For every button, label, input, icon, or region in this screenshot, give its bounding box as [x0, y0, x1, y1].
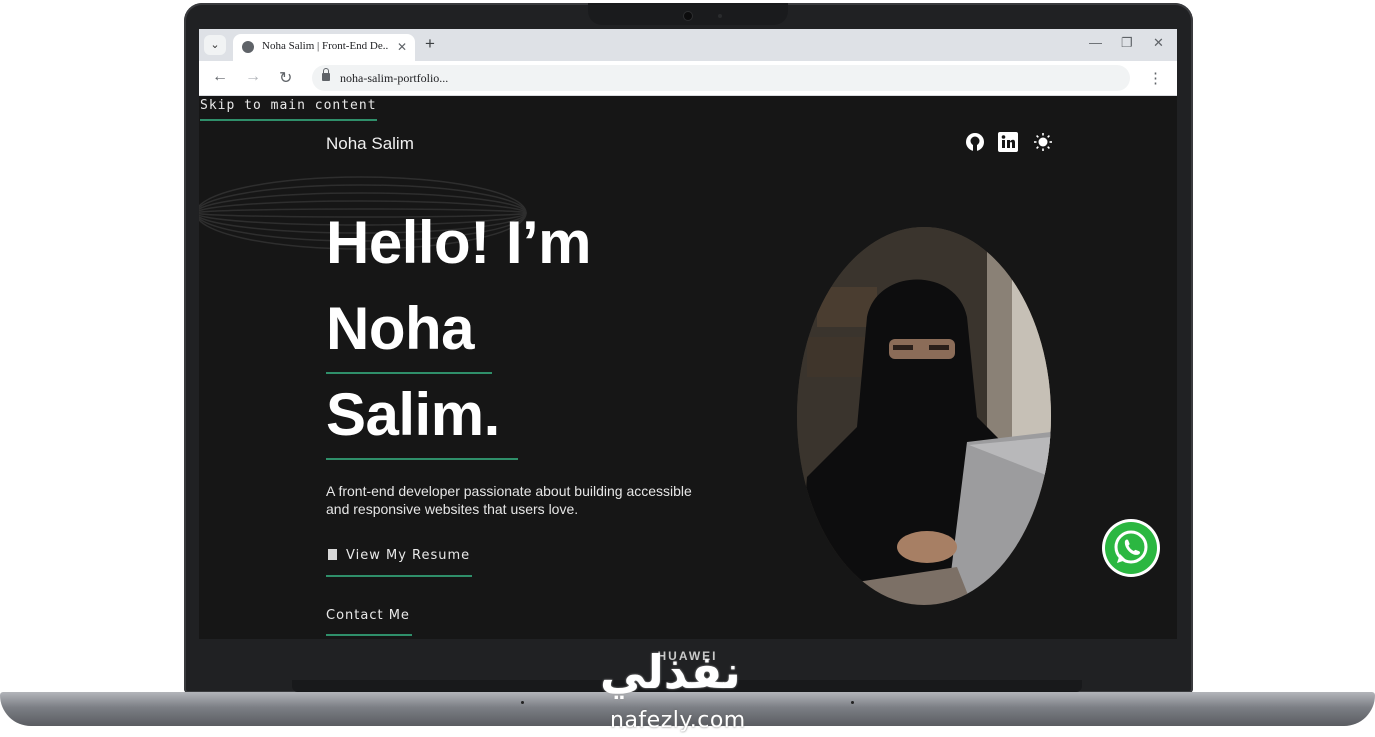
resume-label: View My Resume — [346, 548, 471, 563]
sun-icon[interactable] — [1033, 132, 1053, 152]
base-dot — [521, 701, 524, 704]
hero-bio: A front-end developer passionate about b… — [326, 483, 692, 517]
hero-greeting: Hello! I’m — [326, 209, 592, 276]
sensor-icon — [718, 14, 722, 18]
whatsapp-icon — [1114, 530, 1148, 564]
name-underline — [326, 372, 492, 374]
portfolio-page: Skip to main content Noha Salim Hello! I… — [199, 96, 1177, 639]
name-underline — [326, 458, 518, 460]
browser-toolbar: ← → ↻ noha-salim-portfolio... ⋮ — [199, 61, 1177, 96]
resume-underline — [326, 575, 472, 577]
minimize-button[interactable]: — — [1089, 35, 1102, 50]
laptop-screen: ⌄ Noha Salim | Front-End De... ✕ + — ❐ ✕… — [199, 29, 1177, 639]
browser-menu-button[interactable]: ⋮ — [1148, 69, 1163, 87]
site-logo[interactable]: Noha Salim — [326, 134, 414, 154]
back-button[interactable]: ← — [212, 68, 228, 86]
forward-button[interactable]: → — [245, 68, 261, 86]
close-tab-icon[interactable]: ✕ — [397, 40, 407, 54]
new-tab-button[interactable]: + — [425, 34, 435, 54]
linkedin-icon[interactable] — [998, 132, 1018, 152]
reload-button[interactable]: ↻ — [279, 68, 292, 88]
url-text: noha-salim-portfolio... — [340, 71, 449, 85]
restore-button[interactable]: ❐ — [1121, 35, 1133, 51]
watermark-site: nafezly.com — [610, 708, 746, 733]
skip-to-content-link[interactable]: Skip to main content — [200, 98, 377, 121]
webcam-icon — [684, 12, 692, 20]
hero-last-name: Salim. — [326, 381, 500, 448]
browser-tab[interactable]: Noha Salim | Front-End De... ✕ — [233, 34, 415, 61]
profile-photo — [797, 227, 1051, 605]
contact-me-link[interactable]: Contact Me — [326, 608, 410, 623]
hero-first-name: Noha — [326, 295, 475, 362]
address-bar[interactable]: noha-salim-portfolio... — [312, 65, 1130, 91]
watermark-logo: نفذلي — [600, 645, 741, 699]
window-close-button[interactable]: ✕ — [1153, 35, 1164, 51]
globe-icon — [242, 41, 254, 53]
whatsapp-button[interactable] — [1105, 522, 1157, 574]
document-icon — [328, 549, 337, 560]
base-dot — [851, 701, 854, 704]
tab-title: Noha Salim | Front-End De... — [262, 40, 388, 52]
view-resume-link[interactable]: View My Resume — [328, 548, 470, 563]
tab-search-button[interactable]: ⌄ — [204, 35, 226, 55]
browser-tab-bar: ⌄ Noha Salim | Front-End De... ✕ + — ❐ ✕ — [199, 29, 1177, 61]
camera-notch — [588, 3, 788, 25]
github-icon[interactable] — [965, 132, 985, 152]
lock-icon — [322, 68, 330, 81]
contact-underline — [326, 634, 412, 636]
